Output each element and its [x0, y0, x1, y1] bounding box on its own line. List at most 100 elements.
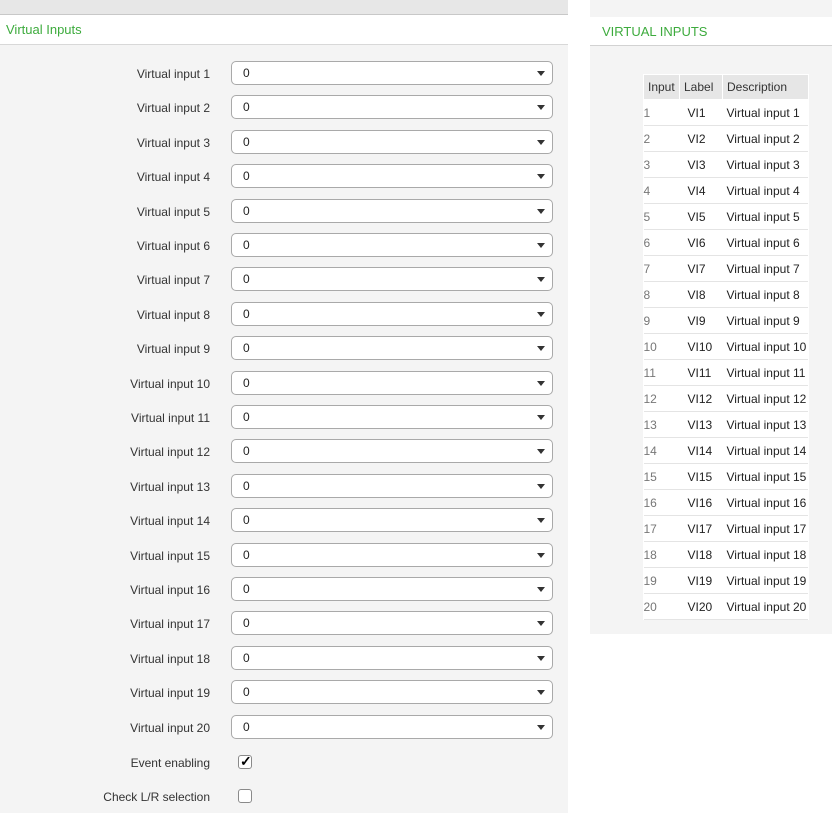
cell-label: VI13 — [679, 411, 723, 438]
cell-label: VI20 — [679, 593, 723, 620]
chevron-down-icon — [537, 346, 545, 352]
table-panel-title: VIRTUAL INPUTS — [590, 17, 832, 46]
virtual-input-row: Virtual input 17 0 — [0, 611, 568, 637]
table-row: 10 VI10 Virtual input 10 — [643, 333, 809, 360]
cell-description: Virtual input 5 — [722, 203, 809, 230]
virtual-input-row: Virtual input 9 0 — [0, 336, 568, 362]
chevron-down-icon — [537, 380, 545, 386]
table-row: 8 VI8 Virtual input 8 — [643, 281, 809, 308]
virtual-input-select[interactable]: 0 — [231, 95, 553, 120]
virtual-input-row: Virtual input 4 0 — [0, 164, 568, 190]
virtual-input-select[interactable]: 0 — [231, 301, 553, 326]
cell-input: 13 — [643, 411, 680, 438]
table-header-row: Input Label Description — [643, 74, 809, 100]
virtual-input-label: Virtual input 13 — [130, 479, 210, 494]
virtual-inputs-panel: Virtual Inputs Virtual input 1 0 Virtual i… — [0, 0, 568, 813]
virtual-input-row: Virtual input 3 0 — [0, 129, 568, 156]
virtual-input-select[interactable]: 0 — [231, 439, 553, 464]
virtual-input-select[interactable]: 0 — [231, 473, 553, 498]
virtual-input-label: Virtual input 17 — [130, 617, 210, 632]
cell-description: Virtual input 17 — [722, 515, 809, 542]
virtual-input-label: Virtual input 4 — [136, 170, 210, 185]
virtual-input-label: Virtual input 16 — [130, 583, 210, 597]
chevron-down-icon — [537, 174, 545, 180]
cell-input: 11 — [643, 359, 680, 386]
table-row: 6 VI6 Virtual input 6 — [643, 229, 809, 256]
virtual-input-row: Virtual input 20 0 — [0, 714, 568, 741]
virtual-input-select-value: 0 — [243, 134, 250, 149]
virtual-input-select[interactable]: 0 — [231, 577, 553, 601]
column-header-label: Label — [679, 74, 723, 100]
virtual-input-row: Virtual input 14 0 — [0, 508, 568, 534]
virtual-input-row: Virtual input 18 0 — [0, 645, 568, 672]
table-row: 19 VI19 Virtual input 19 — [643, 567, 809, 594]
checkmark-icon: ✓ — [240, 753, 252, 769]
virtual-input-label: Virtual input 11 — [131, 411, 210, 425]
event-enabling-checkbox[interactable]: ✓ — [238, 753, 252, 769]
cell-description: Virtual input 18 — [722, 541, 809, 568]
virtual-input-select-value: 0 — [243, 513, 250, 528]
virtual-input-select[interactable]: 0 — [231, 267, 553, 292]
table-row: 2 VI2 Virtual input 2 — [643, 125, 809, 152]
virtual-input-select[interactable]: 0 — [231, 164, 553, 189]
virtual-input-select[interactable]: 0 — [231, 61, 553, 85]
table-row: 12 VI12 Virtual input 12 — [643, 385, 809, 412]
cell-label: VI4 — [679, 177, 723, 204]
table-row: 9 VI9 Virtual input 9 — [643, 307, 809, 334]
cell-description: Virtual input 3 — [722, 151, 809, 178]
cell-label: VI14 — [679, 437, 723, 464]
virtual-inputs-table: Input Label Description 1 VI1 Virtual inpu… — [643, 74, 809, 620]
cell-input: 3 — [643, 151, 680, 178]
cell-input: 6 — [643, 229, 680, 256]
virtual-input-label: Virtual input 18 — [130, 651, 210, 666]
cell-input: 7 — [643, 255, 680, 282]
virtual-input-select[interactable]: 0 — [231, 405, 553, 429]
virtual-input-select[interactable]: 0 — [231, 129, 553, 154]
cell-input: 1 — [643, 99, 680, 126]
table-row: 18 VI18 Virtual input 18 — [643, 541, 809, 568]
virtual-input-select[interactable]: 0 — [231, 680, 553, 705]
virtual-input-select-value: 0 — [243, 100, 250, 115]
virtual-input-select[interactable]: 0 — [231, 508, 553, 533]
virtual-input-select[interactable]: 0 — [231, 370, 553, 395]
table-row: 11 VI11 Virtual input 11 — [643, 359, 809, 386]
virtual-input-row: Virtual input 7 0 — [0, 267, 568, 293]
virtual-input-select[interactable]: 0 — [231, 233, 553, 257]
cell-input: 8 — [643, 281, 680, 308]
chevron-down-icon — [537, 690, 545, 696]
virtual-input-select[interactable]: 0 — [231, 542, 553, 567]
virtual-input-select-value: 0 — [243, 66, 250, 80]
table-row: 13 VI13 Virtual input 13 — [643, 411, 809, 438]
virtual-input-label: Virtual input 1 — [136, 67, 210, 81]
cell-label: VI12 — [679, 385, 723, 412]
table-row: 16 VI16 Virtual input 16 — [643, 489, 809, 516]
cell-description: Virtual input 14 — [722, 437, 809, 464]
chevron-down-icon — [537, 483, 545, 489]
cell-label: VI11 — [679, 359, 723, 386]
cell-description: Virtual input 13 — [722, 411, 809, 438]
chevron-down-icon — [537, 621, 545, 627]
cell-input: 5 — [643, 203, 680, 230]
check-lr-selection-checkbox[interactable] — [238, 789, 252, 803]
virtual-input-select[interactable]: 0 — [231, 336, 553, 361]
cell-input: 17 — [643, 515, 680, 542]
virtual-input-label: Virtual input 5 — [136, 204, 210, 219]
virtual-input-label: Virtual input 12 — [130, 445, 210, 460]
virtual-input-select-value: 0 — [243, 685, 250, 700]
virtual-input-select[interactable]: 0 — [231, 198, 553, 223]
cell-description: Virtual input 7 — [722, 255, 809, 282]
virtual-input-select[interactable]: 0 — [231, 714, 553, 739]
virtual-input-row: Virtual input 2 0 — [0, 95, 568, 121]
virtual-input-row: Virtual input 11 0 — [0, 405, 568, 431]
virtual-input-select[interactable]: 0 — [231, 611, 553, 636]
virtual-input-select-value: 0 — [243, 238, 250, 252]
virtual-input-select[interactable]: 0 — [231, 645, 553, 670]
panel-top-bar — [0, 0, 568, 15]
virtual-input-select-value: 0 — [243, 444, 250, 459]
virtual-input-select-value: 0 — [243, 478, 250, 493]
check-lr-selection-label: Check L/R selection — [103, 790, 210, 804]
chevron-down-icon — [537, 655, 545, 661]
virtual-input-select-value: 0 — [243, 306, 250, 321]
cell-input: 15 — [643, 463, 680, 490]
virtual-input-row: Virtual input 16 0 — [0, 577, 568, 603]
